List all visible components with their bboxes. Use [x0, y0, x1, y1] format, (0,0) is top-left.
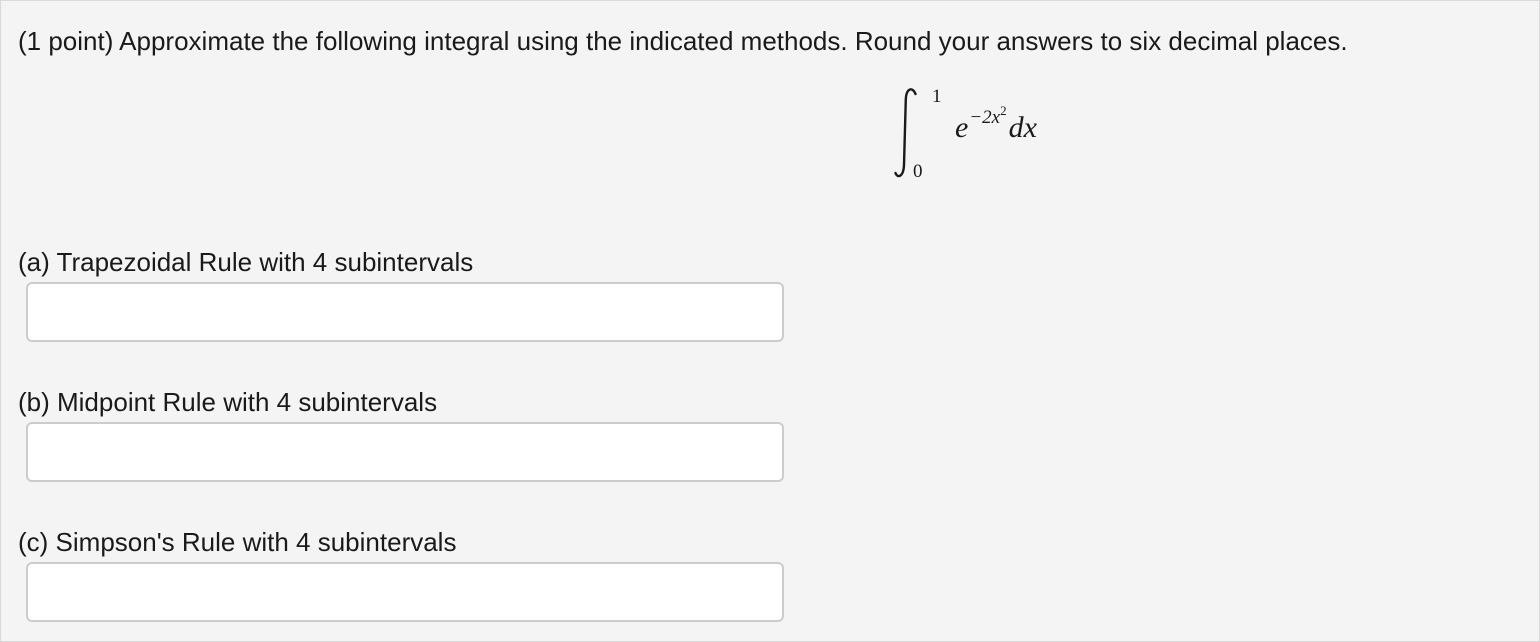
integral-lower-bound: 0 — [913, 161, 923, 182]
integral-differential: dx — [1008, 111, 1037, 144]
exponent-power: 2 — [1000, 103, 1007, 118]
simpson-answer-input[interactable] — [26, 562, 784, 622]
integrand: e−2x2dx — [955, 103, 1037, 150]
integrand-exponent: −2x2 — [969, 103, 1006, 128]
part-a-label: (a) Trapezoidal Rule with 4 subintervals — [18, 247, 474, 277]
integrand-base: e — [955, 111, 969, 144]
midpoint-answer-input[interactable] — [26, 422, 784, 482]
integral-upper-bound: 1 — [932, 86, 942, 107]
trapezoidal-answer-input[interactable] — [26, 282, 784, 342]
part-b-label: (b) Midpoint Rule with 4 subintervals — [18, 387, 438, 417]
part-c-label: (c) Simpson's Rule with 4 subintervals — [18, 527, 457, 557]
problem-statement: (1 point) Approximate the following inte… — [18, 26, 1348, 56]
problem-panel: (1 point) Approximate the following inte… — [0, 0, 1540, 642]
exponent-term: −2x — [969, 107, 1001, 128]
integral-expression: 1 0 e−2x2dx — [893, 85, 1093, 185]
